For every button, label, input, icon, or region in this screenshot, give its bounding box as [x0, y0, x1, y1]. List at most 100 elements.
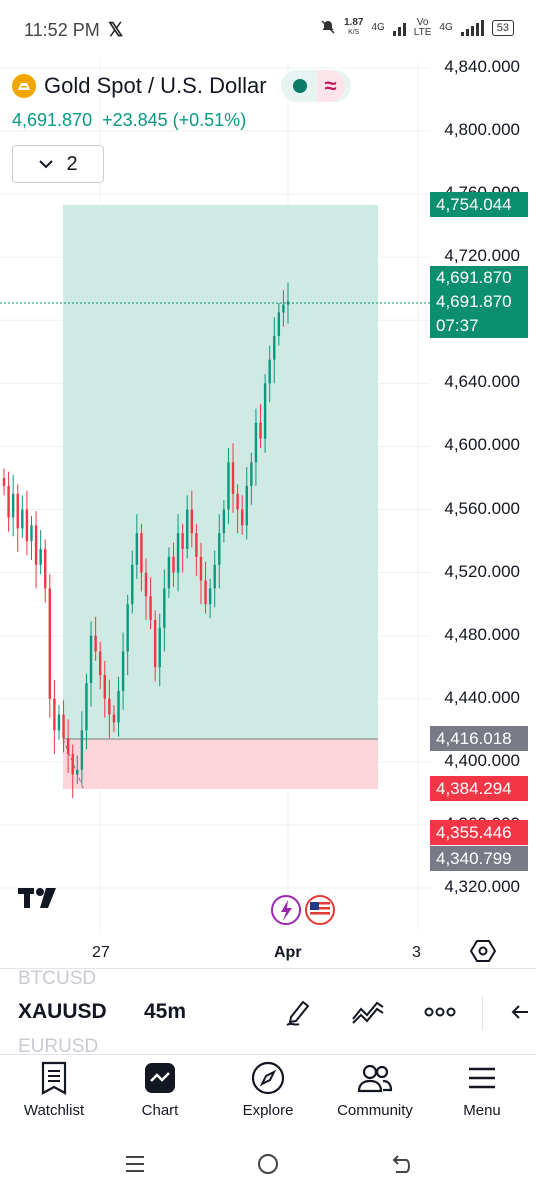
- indicators-icon: [352, 1001, 384, 1024]
- undo-button[interactable]: [504, 994, 536, 1030]
- candle-body: [39, 548, 42, 565]
- candle-body: [135, 533, 139, 565]
- system-navigation-bar: [0, 1138, 536, 1200]
- tradingview-logo[interactable]: [18, 886, 64, 915]
- current-price-top: 4,691.870: [436, 268, 512, 287]
- home-icon[interactable]: [256, 1152, 280, 1176]
- candle-body: [144, 572, 148, 597]
- gold-logo-icon: [12, 74, 36, 98]
- candle-body: [167, 556, 171, 589]
- symbol-title[interactable]: Gold Spot / U.S. Dollar: [44, 73, 267, 99]
- candle-body: [227, 462, 230, 510]
- candle-body: [98, 651, 102, 676]
- candle-body: [103, 675, 106, 699]
- interval-selector[interactable]: 45m: [144, 1000, 186, 1024]
- candle-body: [208, 588, 212, 605]
- chart-icon: [145, 1063, 175, 1093]
- candle-body: [34, 525, 38, 565]
- candle-body: [53, 698, 56, 731]
- candle-body: [254, 422, 258, 463]
- candle-body: [16, 493, 19, 529]
- candle-body: [80, 730, 84, 770]
- profit-zone: [63, 205, 378, 739]
- candle-body: [48, 588, 52, 699]
- candle-body: [163, 588, 166, 628]
- indicators-button[interactable]: [350, 994, 386, 1030]
- current-price-tag: 4,691.870 4,691.870 07:37: [430, 266, 528, 338]
- candle-body: [121, 651, 125, 691]
- nav-chart[interactable]: Chart: [110, 1060, 210, 1119]
- candle-body: [204, 580, 207, 605]
- price-axis-label: 4,840.000: [444, 57, 520, 76]
- candle-body: [149, 596, 152, 620]
- nav-community[interactable]: Community: [325, 1060, 425, 1119]
- price-axis-label: 4,720.000: [444, 246, 520, 266]
- market-status-pill[interactable]: ≈: [280, 70, 351, 102]
- candle-body: [112, 714, 116, 723]
- candle-body: [213, 564, 216, 589]
- candle-body: [21, 509, 24, 529]
- candle-body: [277, 312, 281, 337]
- time-label-27: 27: [92, 944, 110, 961]
- hexagon-settings-icon: [469, 940, 497, 962]
- event-icons: [271, 895, 335, 925]
- time-label-apr: Apr: [274, 944, 302, 961]
- indicators-collapse-button[interactable]: 2: [12, 145, 104, 183]
- community-icon: [357, 1064, 393, 1093]
- candle-body: [259, 422, 262, 439]
- chart-settings-button[interactable]: [469, 938, 497, 964]
- candle-body: [30, 525, 33, 542]
- compass-icon: [251, 1061, 285, 1095]
- time-label-3: 3: [412, 944, 421, 961]
- candle-body: [172, 556, 175, 573]
- candle-body: [236, 493, 239, 510]
- stop-price-tag: 4,384.294: [430, 776, 528, 801]
- candle-body: [11, 493, 15, 518]
- bar-countdown: 07:37: [436, 316, 479, 335]
- candle-body: [190, 509, 194, 534]
- symbol-selector[interactable]: XAUUSD: [18, 1000, 107, 1024]
- nav-explore[interactable]: Explore: [218, 1060, 318, 1119]
- current-price-value: 4,691.870: [436, 292, 512, 311]
- more-dots-icon: [424, 1007, 456, 1017]
- chevron-down-icon: [39, 160, 54, 169]
- price-axis-label: 4,440.000: [444, 687, 520, 707]
- candle-body: [89, 635, 93, 683]
- candle-body: [158, 627, 161, 668]
- candle-body: [199, 556, 203, 581]
- recent-apps-icon[interactable]: [124, 1154, 146, 1174]
- price-axis-label: 4,600.000: [444, 435, 520, 455]
- candle-body: [66, 738, 70, 754]
- price-axis-label: 4,520.000: [444, 561, 520, 581]
- candle-body: [176, 533, 180, 573]
- pen-icon: [286, 1000, 310, 1026]
- more-options-button[interactable]: [422, 994, 458, 1030]
- undo-icon: [511, 1005, 528, 1019]
- low-price-tag-red: 4,355.446: [430, 820, 528, 845]
- candle-body: [126, 604, 129, 652]
- candle-body: [231, 462, 235, 494]
- candle-body: [186, 509, 189, 549]
- nav-menu[interactable]: Menu: [432, 1060, 532, 1119]
- approx-icon: ≈: [316, 70, 345, 102]
- price-change: +23.845 (+0.51%): [102, 110, 247, 130]
- menu-icon: [469, 1067, 495, 1089]
- entry-price-tag: 4,416.018: [430, 726, 528, 751]
- nav-watchlist[interactable]: Watchlist: [4, 1060, 104, 1119]
- candle-body: [25, 509, 29, 542]
- back-icon[interactable]: [390, 1152, 414, 1176]
- indicator-count: 2: [66, 152, 78, 175]
- market-open-dot-icon: [292, 79, 307, 93]
- candle-body: [94, 635, 97, 652]
- candle-body: [7, 485, 10, 518]
- candle-body: [250, 462, 253, 486]
- price-axis-label: 4,560.000: [444, 498, 520, 518]
- candle-body: [286, 301, 290, 305]
- price-axis-label: 4,640.000: [444, 372, 520, 392]
- candle-body: [222, 509, 226, 534]
- drawing-tools-button[interactable]: [280, 994, 316, 1030]
- symbol-ghost-above: BTCUSD: [18, 968, 97, 989]
- price-axis-label: 4,480.000: [444, 624, 520, 644]
- candle-body: [108, 698, 111, 715]
- candle-body: [44, 548, 47, 589]
